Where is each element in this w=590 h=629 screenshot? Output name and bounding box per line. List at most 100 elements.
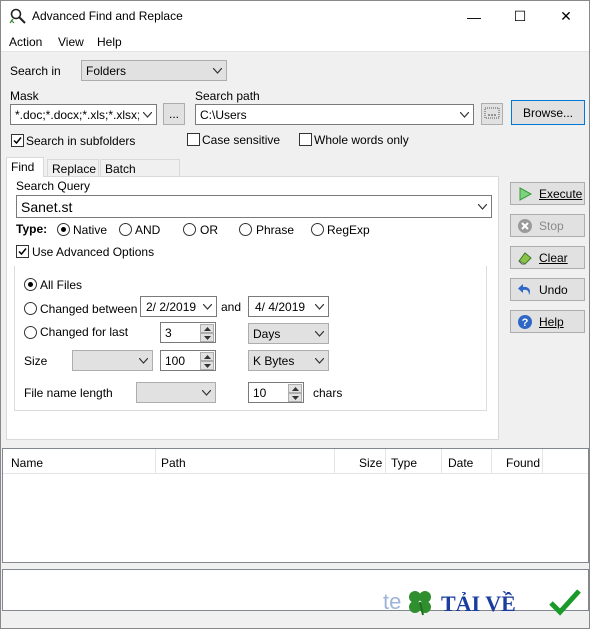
tab-batch-replace[interactable]: Batch Replace xyxy=(100,159,180,190)
help-button[interactable]: ? Help xyxy=(510,310,585,333)
column-separator xyxy=(155,449,156,474)
column-name[interactable]: Name xyxy=(11,456,43,470)
last-unit-select[interactable]: Days xyxy=(248,323,329,344)
subfolders-checkbox[interactable] xyxy=(11,134,24,147)
spin-down-icon[interactable] xyxy=(200,333,214,342)
spin-up-icon[interactable] xyxy=(200,352,214,361)
watermark-letters: te xyxy=(383,589,402,614)
column-separator xyxy=(334,449,335,474)
search-query-input[interactable]: Sanet.st xyxy=(16,195,492,218)
results-list[interactable]: Name Path Size Type Date Found xyxy=(2,448,589,563)
all-files-radio[interactable] xyxy=(24,278,37,291)
case-sensitive-checkbox[interactable] xyxy=(187,133,200,146)
spin-down-icon[interactable] xyxy=(200,361,214,370)
type-and-radio[interactable] xyxy=(119,223,132,236)
type-native-label: Native xyxy=(73,223,108,237)
title-bar: Advanced Find and Replace — ☐ ✕ xyxy=(1,1,589,32)
menu-view[interactable]: View xyxy=(58,35,84,49)
column-date[interactable]: Date xyxy=(448,456,473,470)
minimize-icon: — xyxy=(467,8,481,25)
close-button[interactable]: ✕ xyxy=(543,1,589,32)
menu-help[interactable]: Help xyxy=(97,35,122,49)
whole-words-checkbox[interactable] xyxy=(299,133,312,146)
file-name-length-stepper[interactable]: 10 xyxy=(248,382,304,403)
maximize-button[interactable]: ☐ xyxy=(497,1,543,32)
results-header: Name Path Size Type Date Found xyxy=(3,449,588,474)
minimize-button[interactable]: — xyxy=(451,1,497,32)
mask-value: *.doc;*.docx;*.xls;*.xlsx;*.h xyxy=(15,108,156,122)
type-native-radio[interactable] xyxy=(57,223,70,236)
date-to-picker[interactable]: 4/ 4/2019 xyxy=(248,296,329,317)
type-phrase-radio[interactable] xyxy=(239,223,252,236)
clear-button[interactable]: Clear xyxy=(510,246,585,269)
chevron-down-icon xyxy=(139,106,155,123)
all-files-label: All Files xyxy=(40,278,83,292)
date-from-value: 2/ 2/2019 xyxy=(146,300,197,314)
size-operator-select[interactable] xyxy=(72,350,153,371)
mask-browse-button[interactable]: ... xyxy=(163,103,185,125)
type-regexp-radio[interactable] xyxy=(311,223,324,236)
type-or-radio[interactable] xyxy=(183,223,196,236)
last-value-stepper[interactable]: 3 xyxy=(160,322,216,343)
date-from-picker[interactable]: 2/ 2/2019 xyxy=(140,296,217,317)
search-in-select[interactable]: Folders xyxy=(81,60,227,81)
chevron-down-icon xyxy=(311,352,327,369)
watermark-text: TẢI VỀ xyxy=(441,591,516,616)
watermark: te TẢI VỀ xyxy=(381,585,586,625)
column-type[interactable]: Type xyxy=(391,456,417,470)
column-found[interactable]: Found xyxy=(506,456,540,470)
stop-button[interactable]: Stop xyxy=(510,214,585,237)
advanced-options-checkbox[interactable] xyxy=(16,245,29,258)
folder-dots-icon xyxy=(484,106,500,123)
execute-label: Execute xyxy=(539,187,583,201)
chevron-down-icon xyxy=(311,298,327,315)
column-size[interactable]: Size xyxy=(359,456,382,470)
file-name-operator-select[interactable] xyxy=(136,382,216,403)
chevron-down-icon xyxy=(456,106,472,123)
size-value-stepper[interactable]: 100 xyxy=(160,350,216,371)
file-name-length-value: 10 xyxy=(253,386,267,400)
search-path-input[interactable]: C:\Users xyxy=(195,104,474,125)
type-or-label: OR xyxy=(200,223,218,237)
tab-find[interactable]: Find xyxy=(6,157,44,177)
execute-button[interactable]: Execute xyxy=(510,182,585,205)
date-to-value: 4/ 4/2019 xyxy=(255,300,306,314)
size-unit-value: K Bytes xyxy=(253,354,295,368)
case-sensitive-label: Case sensitive xyxy=(202,133,281,147)
folder-picker-button[interactable] xyxy=(481,103,503,125)
chevron-down-icon xyxy=(311,325,327,342)
chevron-down-icon xyxy=(209,62,225,79)
mask-input[interactable]: *.doc;*.docx;*.xls;*.xlsx;*.h xyxy=(10,104,157,125)
mask-browse-label: ... xyxy=(168,107,179,121)
type-regexp-label: RegExp xyxy=(327,223,370,237)
mask-label: Mask xyxy=(10,89,39,103)
column-separator xyxy=(491,449,492,474)
menu-bar: Action View Help xyxy=(1,32,589,52)
main-window: Advanced Find and Replace — ☐ ✕ Action V… xyxy=(0,0,590,629)
column-path[interactable]: Path xyxy=(161,456,186,470)
and-label: and xyxy=(221,300,242,314)
column-separator xyxy=(441,449,442,474)
size-unit-select[interactable]: K Bytes xyxy=(248,350,329,371)
advanced-group: All Files Changed between 2/ 2/2019 and … xyxy=(14,266,487,411)
type-and-label: AND xyxy=(135,223,161,237)
browse-button[interactable]: Browse... xyxy=(511,100,585,125)
clear-label: Clear xyxy=(539,251,568,265)
stop-label: Stop xyxy=(539,219,564,233)
search-in-value: Folders xyxy=(86,64,127,78)
chevron-down-icon xyxy=(135,352,151,369)
undo-button[interactable]: Undo xyxy=(510,278,585,301)
spin-down-icon[interactable] xyxy=(288,393,302,402)
clover-icon xyxy=(405,587,435,617)
changed-between-radio[interactable] xyxy=(24,302,37,315)
spin-up-icon[interactable] xyxy=(288,384,302,393)
changed-for-last-radio[interactable] xyxy=(24,326,37,339)
spin-up-icon[interactable] xyxy=(200,324,214,333)
last-value: 3 xyxy=(165,326,172,340)
menu-action[interactable]: Action xyxy=(9,35,42,49)
search-query-value: Sanet.st xyxy=(21,199,73,215)
svg-text:?: ? xyxy=(522,317,529,329)
app-icon xyxy=(9,7,27,25)
tab-replace[interactable]: Replace xyxy=(47,159,99,177)
advanced-options-label: Use Advanced Options xyxy=(32,245,155,259)
